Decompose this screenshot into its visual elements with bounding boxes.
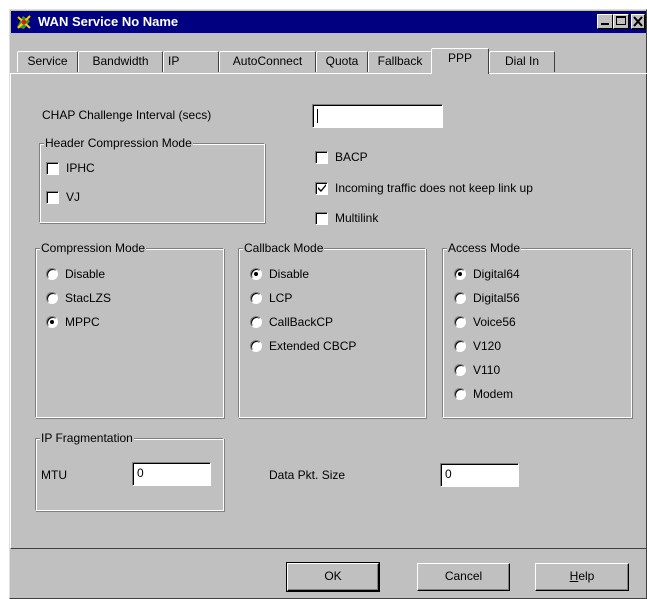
checkmark-icon bbox=[318, 184, 326, 192]
radio-dot bbox=[454, 388, 466, 400]
title-bar[interactable]: WAN Service No Name bbox=[11, 11, 646, 33]
radio-dot bbox=[454, 340, 466, 352]
access-digital64-label: Digital64 bbox=[473, 267, 520, 281]
access-modem-label: Modem bbox=[473, 387, 514, 401]
ip-fragmentation-legend: IP Fragmentation bbox=[40, 431, 134, 445]
close-button[interactable] bbox=[631, 14, 645, 29]
vj-box bbox=[46, 191, 59, 204]
access-v110-label: V110 bbox=[473, 363, 501, 377]
compression-mppc-radio[interactable]: MPPC bbox=[46, 315, 146, 331]
mtu-label: MTU bbox=[41, 468, 67, 482]
radio-dot bbox=[46, 268, 58, 280]
compression-staclzs-label: StacLZS bbox=[65, 291, 112, 305]
iphc-label: IPHC bbox=[66, 161, 95, 175]
window-title: WAN Service No Name bbox=[38, 14, 179, 29]
compression-mode-group: Compression Mode Disable StacLZS MPPC bbox=[35, 241, 224, 418]
incoming-traffic-label: Incoming traffic does not keep link up bbox=[335, 181, 533, 195]
text-caret bbox=[317, 108, 318, 123]
bacp-box bbox=[315, 151, 328, 164]
tab-autoconnect[interactable]: AutoConnect bbox=[219, 51, 316, 72]
tab-strip: Service Bandwidth IP AutoConnect Quota F… bbox=[10, 48, 646, 74]
compression-disable-label: Disable bbox=[65, 267, 106, 281]
vj-label: VJ bbox=[66, 190, 81, 204]
callback-extended-cbcp-radio[interactable]: Extended CBCP bbox=[250, 339, 390, 355]
access-digital56-label: Digital56 bbox=[473, 291, 520, 305]
vj-checkbox[interactable]: VJ bbox=[46, 190, 126, 206]
mtu-input[interactable]: 0 bbox=[132, 462, 211, 486]
radio-dot bbox=[46, 292, 58, 304]
callback-lcp-radio[interactable]: LCP bbox=[250, 291, 370, 307]
chap-interval-input[interactable] bbox=[312, 104, 443, 128]
iphc-checkbox[interactable]: IPHC bbox=[46, 161, 126, 177]
access-v110-radio[interactable]: V110 bbox=[454, 363, 554, 379]
radio-dot-selected bbox=[46, 316, 58, 328]
callback-callbackcp-radio[interactable]: CallBackCP bbox=[250, 315, 370, 331]
iphc-box bbox=[46, 162, 59, 175]
minimize-button[interactable] bbox=[597, 14, 613, 29]
close-icon bbox=[633, 15, 643, 30]
incoming-traffic-box bbox=[315, 182, 328, 195]
tab-ppp[interactable]: PPP bbox=[431, 48, 489, 74]
data-pkt-size-input[interactable]: 0 bbox=[440, 463, 519, 487]
radio-dot-selected bbox=[454, 268, 466, 280]
ip-fragmentation-group: IP Fragmentation MTU 0 bbox=[35, 431, 224, 511]
data-pkt-size-label: Data Pkt. Size bbox=[269, 468, 346, 482]
callback-extended-cbcp-label: Extended CBCP bbox=[269, 339, 357, 353]
incoming-traffic-checkbox[interactable]: Incoming traffic does not keep link up bbox=[315, 181, 585, 197]
chap-label: CHAP Challenge Interval (secs) bbox=[42, 108, 212, 122]
tab-service[interactable]: Service bbox=[17, 51, 78, 72]
dialog-window: WAN Service No Name Service Bandwidth IP… bbox=[9, 9, 647, 599]
compression-staclzs-radio[interactable]: StacLZS bbox=[46, 291, 146, 307]
mtu-value: 0 bbox=[137, 466, 144, 480]
tab-ip[interactable]: IP bbox=[163, 51, 219, 72]
help-label-rest: elp bbox=[578, 569, 595, 583]
maximize-button[interactable] bbox=[613, 14, 629, 29]
access-voice56-radio[interactable]: Voice56 bbox=[454, 315, 554, 331]
callback-disable-label: Disable bbox=[269, 267, 310, 281]
compression-mppc-label: MPPC bbox=[65, 315, 100, 329]
radio-dot bbox=[454, 316, 466, 328]
maximize-icon bbox=[616, 16, 626, 25]
cancel-button[interactable]: Cancel bbox=[417, 563, 510, 591]
ok-button[interactable]: OK bbox=[286, 562, 380, 592]
radio-dot bbox=[454, 292, 466, 304]
data-pkt-size-value: 0 bbox=[445, 467, 452, 481]
radio-dot-selected bbox=[250, 268, 262, 280]
access-voice56-label: Voice56 bbox=[473, 315, 516, 329]
radio-dot bbox=[250, 292, 262, 304]
callback-lcp-label: LCP bbox=[269, 291, 293, 305]
network-icon bbox=[15, 13, 33, 31]
tab-fallback[interactable]: Fallback bbox=[368, 51, 432, 72]
bacp-label: BACP bbox=[335, 150, 368, 164]
radio-dot bbox=[454, 364, 466, 376]
access-v120-label: V120 bbox=[473, 339, 502, 353]
minimize-icon bbox=[601, 23, 609, 25]
multilink-label: Multilink bbox=[335, 211, 379, 225]
callback-mode-group: Callback Mode Disable LCP CallBackCP Ext… bbox=[238, 241, 426, 418]
help-button[interactable]: Help bbox=[535, 563, 629, 591]
radio-dot bbox=[250, 316, 262, 328]
multilink-checkbox[interactable]: Multilink bbox=[315, 211, 435, 227]
header-compression-legend: Header Compression Mode bbox=[44, 136, 193, 150]
radio-dot bbox=[250, 340, 262, 352]
access-mode-legend: Access Mode bbox=[447, 241, 522, 255]
tab-dial-in[interactable]: Dial In bbox=[489, 51, 555, 72]
access-digital56-radio[interactable]: Digital56 bbox=[454, 291, 554, 307]
compression-mode-legend: Compression Mode bbox=[40, 241, 147, 255]
header-compression-group: Header Compression Mode IPHC VJ bbox=[39, 136, 265, 223]
compression-disable-radio[interactable]: Disable bbox=[46, 267, 146, 283]
callback-callbackcp-label: CallBackCP bbox=[269, 315, 334, 329]
callback-mode-legend: Callback Mode bbox=[243, 241, 325, 255]
tab-bandwidth[interactable]: Bandwidth bbox=[78, 51, 163, 72]
multilink-box bbox=[315, 212, 328, 225]
access-digital64-radio[interactable]: Digital64 bbox=[454, 267, 554, 283]
tab-quota[interactable]: Quota bbox=[316, 51, 368, 72]
ppp-tab-panel: CHAP Challenge Interval (secs) Header Co… bbox=[10, 73, 647, 549]
access-v120-radio[interactable]: V120 bbox=[454, 339, 554, 355]
access-mode-group: Access Mode Digital64 Digital56 Voice56 … bbox=[442, 241, 632, 418]
access-modem-radio[interactable]: Modem bbox=[454, 387, 554, 403]
callback-disable-radio[interactable]: Disable bbox=[250, 267, 370, 283]
bacp-checkbox[interactable]: BACP bbox=[315, 150, 395, 166]
